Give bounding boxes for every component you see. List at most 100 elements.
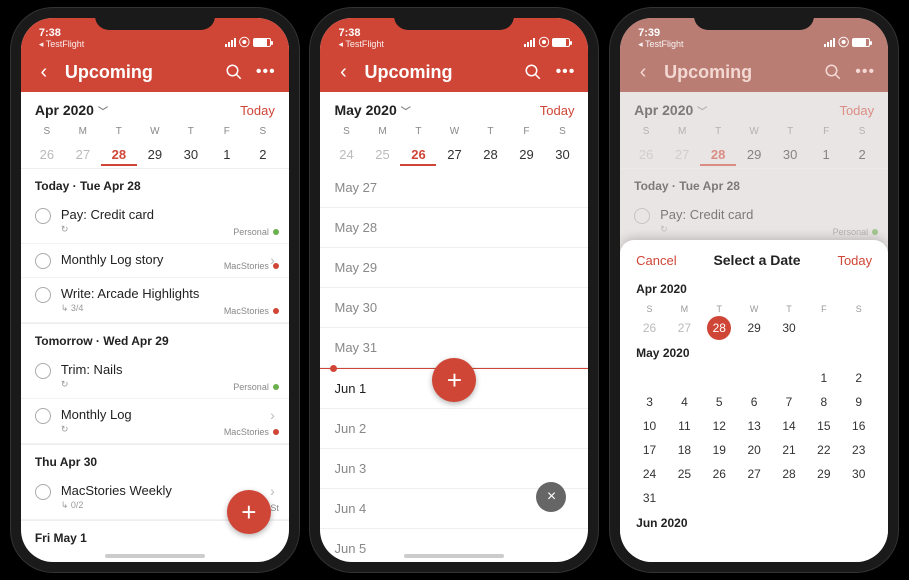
date-cell[interactable]: 30 xyxy=(544,143,580,166)
cal-day[interactable]: 30 xyxy=(772,316,807,340)
cal-day[interactable]: 9 xyxy=(841,390,876,414)
date-cell[interactable]: 29 xyxy=(508,143,544,166)
cal-day[interactable]: 25 xyxy=(667,462,702,486)
task-checkbox[interactable] xyxy=(35,253,51,269)
date-cell[interactable]: 28 xyxy=(700,143,736,166)
cal-day[interactable]: 3 xyxy=(632,390,667,414)
cal-day[interactable] xyxy=(702,486,737,510)
date-cell[interactable]: 27 xyxy=(65,143,101,166)
today-button[interactable]: Today xyxy=(240,103,275,118)
cal-day[interactable]: 29 xyxy=(806,462,841,486)
cal-day[interactable]: 5 xyxy=(702,390,737,414)
date-cell[interactable]: 28 xyxy=(101,143,137,166)
cal-day[interactable]: 14 xyxy=(772,414,807,438)
cal-day[interactable]: 6 xyxy=(737,390,772,414)
date-list-item[interactable]: May 27 xyxy=(320,168,588,208)
task-checkbox[interactable] xyxy=(35,208,51,224)
cal-day[interactable]: 27 xyxy=(737,462,772,486)
search-icon[interactable] xyxy=(522,61,544,83)
task-checkbox[interactable] xyxy=(35,287,51,303)
cal-day[interactable] xyxy=(632,366,667,390)
date-cell[interactable]: 1 xyxy=(808,143,844,166)
cal-day[interactable]: 4 xyxy=(667,390,702,414)
back-icon[interactable]: ‹ xyxy=(332,61,354,83)
date-list-item[interactable]: May 30 xyxy=(320,288,588,328)
add-task-fab[interactable]: + xyxy=(432,358,476,402)
task-item[interactable]: Pay: Credit card ↻ Personal xyxy=(620,199,888,244)
date-cell[interactable]: 26 xyxy=(628,143,664,166)
cal-day[interactable] xyxy=(841,486,876,510)
date-cell[interactable]: 24 xyxy=(328,143,364,166)
add-task-fab[interactable]: + xyxy=(227,490,271,534)
home-indicator[interactable] xyxy=(105,554,205,558)
month-label[interactable]: Apr 2020﹀ xyxy=(35,102,108,118)
cal-day[interactable]: 17 xyxy=(632,438,667,462)
cal-day[interactable]: 30 xyxy=(841,462,876,486)
task-checkbox[interactable] xyxy=(35,363,51,379)
date-cell[interactable]: 30 xyxy=(173,143,209,166)
search-icon[interactable] xyxy=(822,61,844,83)
cal-day[interactable] xyxy=(806,316,841,340)
cal-day[interactable]: 10 xyxy=(632,414,667,438)
more-icon[interactable]: ••• xyxy=(255,61,277,83)
cal-day[interactable]: 15 xyxy=(806,414,841,438)
date-cell[interactable]: 1 xyxy=(209,143,245,166)
task-checkbox[interactable] xyxy=(35,484,51,500)
task-checkbox[interactable] xyxy=(35,408,51,424)
task-item[interactable]: Pay: Credit card ↻ Personal xyxy=(21,199,289,244)
date-cell[interactable]: 29 xyxy=(736,143,772,166)
cal-day[interactable]: 27 xyxy=(667,316,702,340)
calendar-body[interactable]: Apr 2020SMTWTFS2627282930May 20201234567… xyxy=(630,276,878,536)
cal-day[interactable]: 23 xyxy=(841,438,876,462)
cal-day[interactable]: 12 xyxy=(702,414,737,438)
date-cell[interactable]: 26 xyxy=(29,143,65,166)
task-item[interactable]: Trim: Nails ↻ Personal xyxy=(21,354,289,399)
cal-day[interactable]: 22 xyxy=(806,438,841,462)
cal-day[interactable]: 16 xyxy=(841,414,876,438)
task-checkbox[interactable] xyxy=(634,208,650,224)
back-icon[interactable]: ‹ xyxy=(33,61,55,83)
date-cell[interactable]: 27 xyxy=(436,143,472,166)
cal-day[interactable] xyxy=(841,316,876,340)
cal-day[interactable]: 24 xyxy=(632,462,667,486)
back-icon[interactable]: ‹ xyxy=(632,61,654,83)
task-item[interactable]: Monthly Log ↻ › MacStories xyxy=(21,399,289,444)
month-label[interactable]: May 2020﹀ xyxy=(334,102,410,118)
date-cell[interactable]: 27 xyxy=(664,143,700,166)
cancel-button[interactable]: Cancel xyxy=(636,253,676,268)
cal-day[interactable] xyxy=(806,486,841,510)
cal-day[interactable] xyxy=(737,486,772,510)
cal-day[interactable]: 7 xyxy=(772,390,807,414)
cal-day[interactable]: 11 xyxy=(667,414,702,438)
cal-day[interactable]: 2 xyxy=(841,366,876,390)
cal-day[interactable]: 18 xyxy=(667,438,702,462)
cal-day[interactable]: 26 xyxy=(632,316,667,340)
date-cell[interactable]: 2 xyxy=(844,143,880,166)
cal-day[interactable]: 29 xyxy=(737,316,772,340)
cal-day[interactable] xyxy=(667,366,702,390)
today-button[interactable]: Today xyxy=(837,253,872,268)
cal-day[interactable]: 28 xyxy=(707,316,731,340)
cal-day[interactable]: 28 xyxy=(772,462,807,486)
date-cell[interactable]: 25 xyxy=(364,143,400,166)
cal-day[interactable] xyxy=(772,486,807,510)
more-icon[interactable]: ••• xyxy=(854,61,876,83)
search-icon[interactable] xyxy=(223,61,245,83)
date-list-item[interactable]: Jun 2 xyxy=(320,409,588,449)
cal-day[interactable]: 19 xyxy=(702,438,737,462)
date-cell[interactable]: 29 xyxy=(137,143,173,166)
cal-day[interactable]: 13 xyxy=(737,414,772,438)
home-indicator[interactable] xyxy=(404,554,504,558)
date-list-item[interactable]: May 28 xyxy=(320,208,588,248)
cal-day[interactable]: 31 xyxy=(632,486,667,510)
date-cell[interactable]: 30 xyxy=(772,143,808,166)
cal-day[interactable] xyxy=(702,366,737,390)
date-cell[interactable]: 2 xyxy=(245,143,281,166)
more-icon[interactable]: ••• xyxy=(554,61,576,83)
cal-day[interactable]: 20 xyxy=(737,438,772,462)
cal-day[interactable]: 21 xyxy=(772,438,807,462)
cal-day[interactable] xyxy=(667,486,702,510)
date-cell[interactable]: 28 xyxy=(472,143,508,166)
today-button[interactable]: Today xyxy=(540,103,575,118)
cal-day[interactable]: 8 xyxy=(806,390,841,414)
